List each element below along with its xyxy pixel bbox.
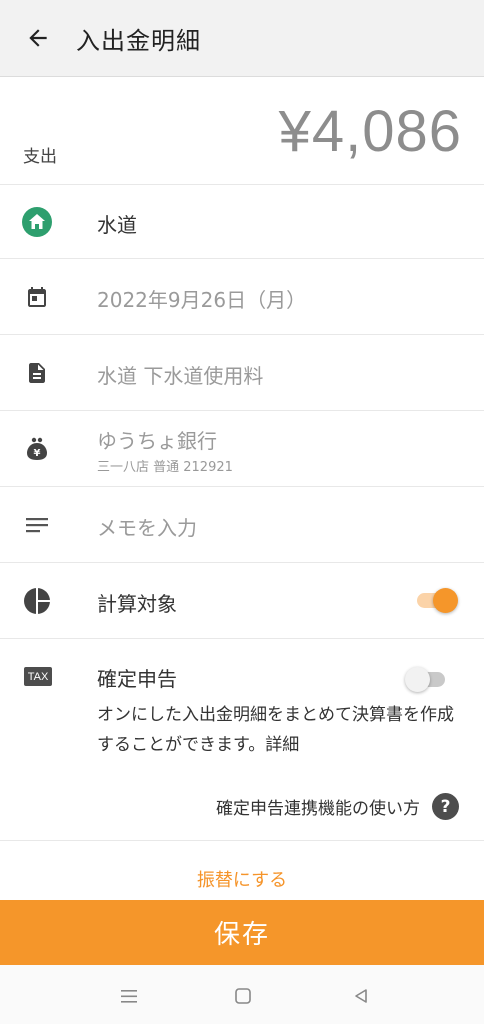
- memo-input[interactable]: メモを入力: [97, 512, 197, 541]
- pie-chart-icon: [22, 586, 52, 616]
- arrow-back-icon: [29, 29, 47, 47]
- tax-return-toggle[interactable]: [405, 667, 447, 692]
- calculation-label: 計算対象: [97, 592, 177, 616]
- recent-apps-icon[interactable]: [116, 983, 142, 1009]
- document-icon: [22, 358, 52, 388]
- back-nav-icon[interactable]: [348, 983, 374, 1009]
- transfer-link[interactable]: 振替にする: [0, 866, 484, 892]
- date-row[interactable]: 2022年9月26日（月）: [0, 259, 484, 335]
- house-icon: [22, 207, 52, 237]
- category-row[interactable]: 水道: [0, 185, 484, 259]
- amount-value[interactable]: ¥4,086: [279, 98, 462, 165]
- svg-text:¥: ¥: [34, 448, 41, 459]
- description-row[interactable]: 水道 下水道使用料: [0, 335, 484, 411]
- date-value: 2022年9月26日（月）: [97, 288, 307, 312]
- category-name: 水道: [97, 213, 137, 237]
- tax-return-label: 確定申告: [97, 667, 177, 691]
- help-label: 確定申告連携機能の使い方: [216, 799, 420, 819]
- amount-type-label: 支出: [23, 147, 57, 167]
- tax-return-description[interactable]: オンにした入出金明細をまとめて決算書を作成することができます。詳細: [97, 700, 467, 760]
- lines-icon: [22, 510, 52, 540]
- back-button[interactable]: [0, 0, 76, 77]
- memo-row[interactable]: メモを入力: [0, 487, 484, 563]
- description-value: 水道 下水道使用料: [97, 364, 264, 388]
- page-title: 入出金明細: [76, 26, 201, 55]
- app-bar: 入出金明細: [0, 0, 484, 77]
- question-icon: ?: [432, 793, 459, 820]
- calendar-icon: [22, 282, 52, 312]
- save-button[interactable]: 保存: [0, 900, 484, 965]
- home-icon[interactable]: [230, 983, 256, 1009]
- account-name: ゆうちょ銀行: [97, 429, 217, 453]
- tax-badge-icon: TAX: [24, 667, 52, 686]
- account-detail: 三一八店 普通 212921: [97, 460, 233, 475]
- account-row[interactable]: ¥ ゆうちょ銀行 三一八店 普通 212921: [0, 411, 484, 487]
- calculation-row: 計算対象: [0, 563, 484, 639]
- help-link[interactable]: 確定申告連携機能の使い方 ?: [216, 793, 459, 820]
- calculation-toggle[interactable]: [415, 588, 458, 613]
- wallet-yen-icon: ¥: [22, 434, 52, 464]
- system-nav-bar: [0, 965, 484, 1024]
- amount-row[interactable]: 支出 ¥4,086: [0, 78, 484, 185]
- divider: [0, 840, 484, 841]
